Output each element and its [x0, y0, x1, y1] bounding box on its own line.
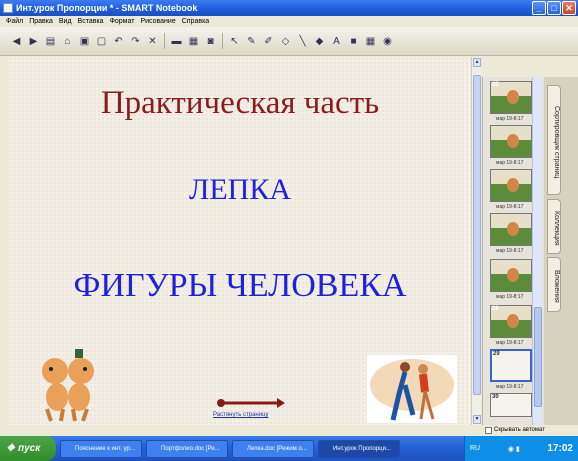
slide-heading-figures: ФИГУРЫ ЧЕЛОВЕКА — [73, 267, 407, 304]
thumb-image: 28 — [490, 305, 532, 338]
pen-icon[interactable]: ✎ — [244, 33, 259, 49]
slide-canvas[interactable]: Практическая часть ЛЕПКА ФИГУРЫ ЧЕЛОВЕКА… — [9, 57, 471, 425]
window-controls: _ □ ✕ — [532, 1, 576, 15]
page-sorter: 25 мар 19-8:17 мар 19-8:17 мар 19-8:17 м… — [482, 77, 544, 425]
slide-title: Практическая часть — [100, 85, 380, 121]
menu-edit[interactable]: Правка — [26, 16, 56, 27]
toolbar: ◀ ▶ ▤ ⌂ ▣ ▢ ↶ ↷ ✕ ▬ ▦ ◙ ↖ ✎ ✐ ◇ ╲ ◆ A ■ … — [0, 27, 578, 56]
canvas-scrollbar[interactable]: ▲ ▼ — [471, 57, 481, 425]
sorter-scroll-thumb[interactable] — [534, 307, 542, 407]
tray-icons: ◉ ▮ — [507, 445, 520, 453]
thumb-date: мар 19-8:17 — [496, 160, 524, 166]
taskbar-item[interactable]: Лепка.doc [Режим о... — [232, 439, 314, 458]
thumb-image — [490, 125, 532, 158]
thumb-image: 30 — [490, 393, 532, 417]
system-tray: RU ◉ ▮ 17:02 — [464, 436, 578, 461]
windows-logo-icon: ❖ — [6, 443, 15, 454]
page-thumb[interactable]: 28 мар 19-8:17 — [490, 305, 532, 346]
thumb-date: мар 19-8:17 — [496, 204, 524, 210]
taskbar-item[interactable]: Портфолио.doc [Ре... — [146, 439, 228, 458]
thumb-date: мар 19-8:17 — [496, 116, 524, 122]
auto-hide-label: Скрывать автомат — [494, 427, 545, 433]
menu-bar: Файл Правка Вид Вставка Формат Рисование… — [0, 16, 578, 27]
thumb-date: мар 19-8:17 — [496, 384, 524, 390]
line-icon[interactable]: ╲ — [295, 33, 310, 49]
properties-icon[interactable]: ◉ — [380, 33, 395, 49]
creative-pen-icon[interactable]: ✐ — [261, 33, 276, 49]
page-thumb[interactable]: 30 — [490, 393, 532, 417]
thumb-date: мар 19-8:17 — [496, 340, 524, 346]
select-icon[interactable]: ↖ — [227, 33, 242, 49]
auto-hide-checkbox[interactable] — [485, 426, 492, 434]
thumb-image: 29 — [490, 349, 532, 382]
delete-icon[interactable]: ✕ — [145, 33, 160, 49]
arrow-icon[interactable] — [215, 397, 285, 409]
shapes-icon[interactable]: ■ — [346, 33, 361, 49]
thumb-date: мар 19-8:17 — [496, 248, 524, 254]
scroll-up-icon[interactable]: ▲ — [473, 58, 481, 67]
capture-icon[interactable]: ◙ — [203, 33, 218, 49]
window-title: Инт.урок Пропорции * - SMART Notebook — [16, 3, 198, 13]
smart-notebook-icon — [3, 3, 13, 13]
menu-draw[interactable]: Рисование — [137, 16, 178, 27]
add-page-icon[interactable]: ▤ — [43, 33, 58, 49]
thumb-image — [490, 213, 532, 246]
save-icon[interactable]: ▣ — [77, 33, 92, 49]
forward-icon[interactable]: ▶ — [26, 33, 41, 49]
side-tabs: Сортировщик страниц Коллекция Вложения — [544, 77, 578, 425]
taskbar: ❖ пуск Пояснение к инт. ур... Портфолио.… — [0, 436, 578, 461]
babies-clipart — [42, 349, 94, 422]
eraser-icon[interactable]: ◇ — [278, 33, 293, 49]
thumb-image: 25 — [490, 81, 532, 114]
tab-attachments[interactable]: Вложения — [547, 257, 561, 312]
undo-icon[interactable]: ↶ — [111, 33, 126, 49]
thumb-image — [490, 259, 532, 292]
page-thumb[interactable]: мар 19-8:17 — [490, 213, 532, 254]
thumb-image — [490, 169, 532, 202]
taskbar-item[interactable]: Пояснение к инт. ур... — [60, 439, 142, 458]
scroll-down-icon[interactable]: ▼ — [473, 415, 481, 424]
page-thumb[interactable]: мар 19-8:17 — [490, 259, 532, 300]
menu-insert[interactable]: Вставка — [75, 16, 107, 27]
auto-hide-option[interactable]: Скрывать автомат — [482, 425, 578, 435]
clock[interactable]: 17:02 — [547, 443, 573, 454]
page-thumb[interactable]: мар 19-8:17 — [490, 125, 532, 166]
menu-file[interactable]: Файл — [3, 16, 26, 27]
minimize-button[interactable]: _ — [532, 1, 546, 15]
toolbar-separator — [164, 33, 165, 49]
page-thumb-selected[interactable]: 29 мар 19-8:17 — [490, 349, 532, 390]
title-bar: Инт.урок Пропорции * - SMART Notebook _ … — [0, 0, 578, 16]
thumb-date: мар 19-8:17 — [496, 294, 524, 300]
screen-shade-icon[interactable]: ▬ — [169, 33, 184, 49]
maximize-button[interactable]: □ — [547, 1, 561, 15]
page-thumb[interactable]: 25 мар 19-8:17 — [490, 81, 532, 122]
sorter-scrollbar[interactable] — [532, 77, 542, 425]
menu-help[interactable]: Справка — [179, 16, 212, 27]
scroll-thumb[interactable] — [473, 75, 481, 395]
language-indicator[interactable]: RU — [470, 445, 480, 452]
tab-page-sorter[interactable]: Сортировщик страниц — [547, 85, 561, 195]
full-screen-icon[interactable]: ▦ — [186, 33, 201, 49]
start-button[interactable]: ❖ пуск — [0, 436, 56, 461]
slide-heading-lepka: ЛЕПКА — [188, 173, 291, 206]
open-icon[interactable]: ⌂ — [60, 33, 75, 49]
close-button[interactable]: ✕ — [562, 1, 576, 15]
dancers-clipart — [367, 355, 457, 423]
page-thumb[interactable]: мар 19-8:17 — [490, 169, 532, 210]
paste-icon[interactable]: ▢ — [94, 33, 109, 49]
redo-icon[interactable]: ↷ — [128, 33, 143, 49]
taskbar-item-active[interactable]: Инт.урок Пропорци... — [318, 439, 400, 458]
table-icon[interactable]: ▦ — [363, 33, 378, 49]
back-icon[interactable]: ◀ — [9, 33, 24, 49]
menu-view[interactable]: Вид — [56, 16, 75, 27]
menu-format[interactable]: Формат — [107, 16, 138, 27]
toolbar-separator — [222, 33, 223, 49]
fill-icon[interactable]: ◆ — [312, 33, 327, 49]
text-icon[interactable]: A — [329, 33, 344, 49]
tab-gallery[interactable]: Коллекция — [547, 199, 561, 254]
stretch-page-link[interactable]: Растянуть страницу — [213, 412, 269, 418]
